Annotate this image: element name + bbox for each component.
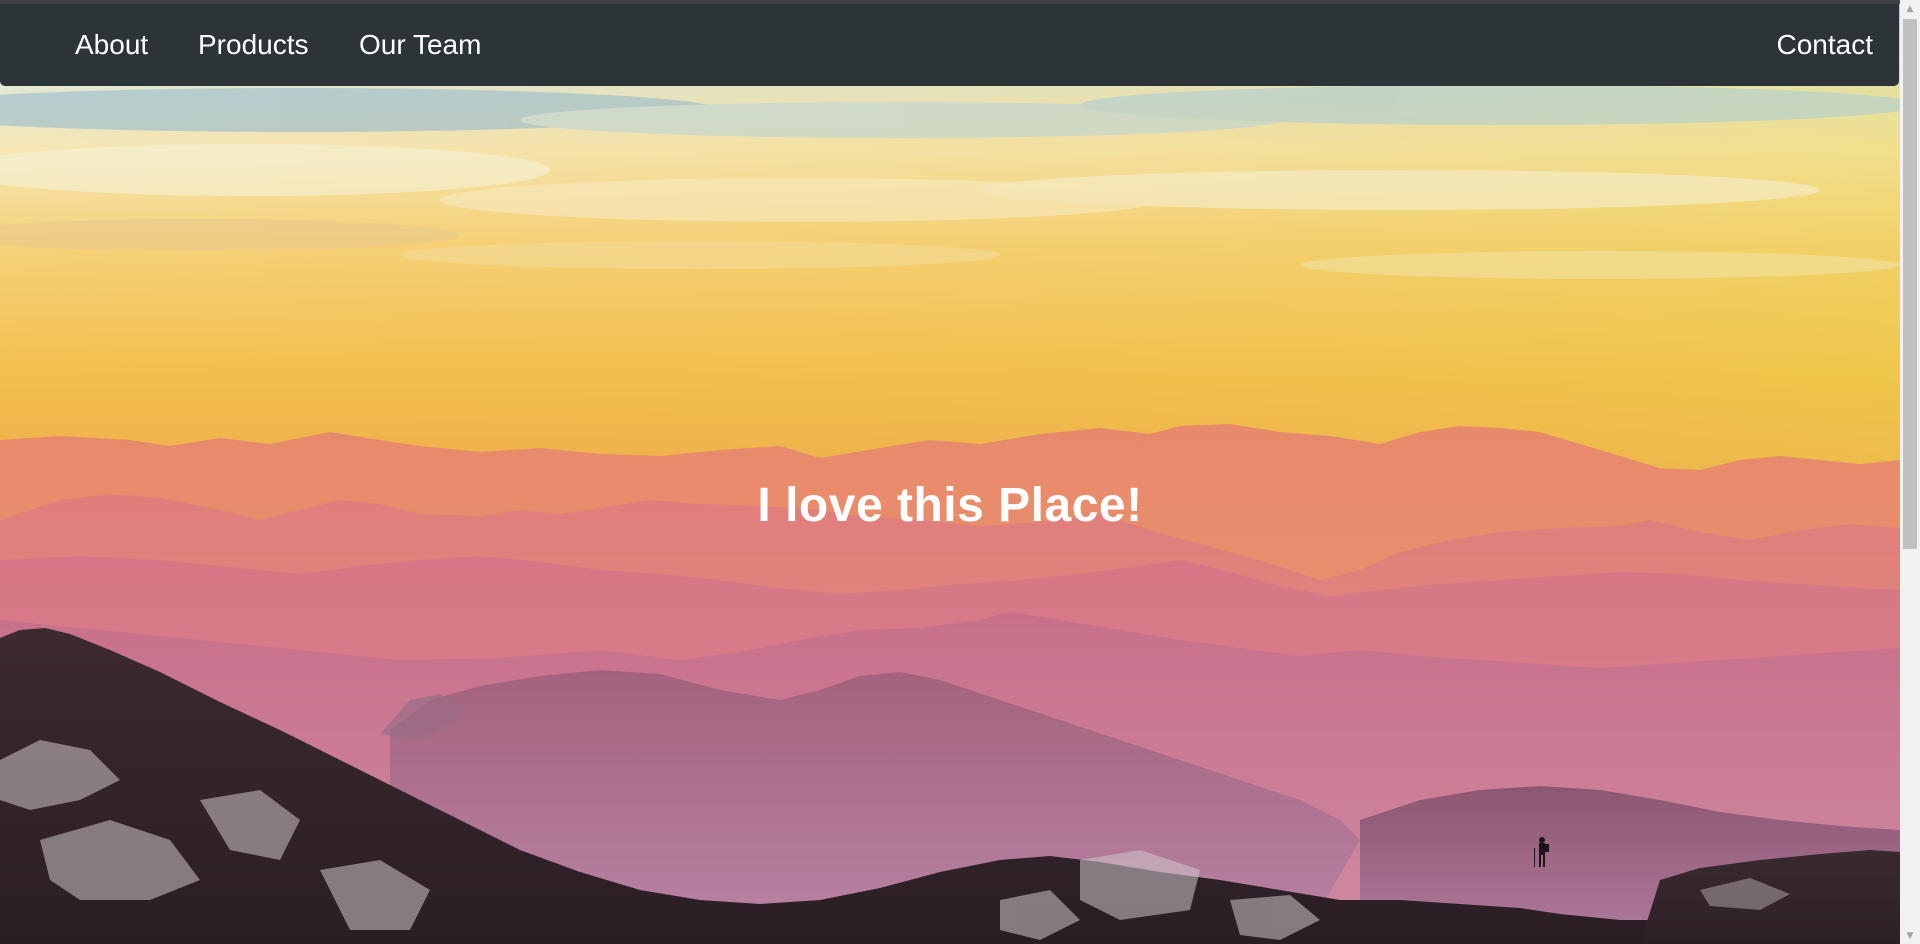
nav-link-contact[interactable]: Contact	[1777, 4, 1874, 86]
browser-top-edge	[0, 0, 1920, 4]
scroll-up-arrow-icon[interactable]: ▲	[1900, 0, 1920, 17]
nav-link-about[interactable]: About	[75, 4, 148, 86]
page-viewport: About Products Our Team Contact I love t…	[0, 0, 1900, 944]
vertical-scrollbar[interactable]: ▲ ▼	[1900, 0, 1920, 944]
hero-image	[0, 0, 1900, 944]
nav-link-our-team[interactable]: Our Team	[359, 4, 481, 86]
scrollbar-thumb[interactable]	[1903, 19, 1917, 549]
hero-headline: I love this Place!	[757, 479, 1143, 533]
scroll-down-arrow-icon[interactable]: ▼	[1900, 927, 1920, 944]
nav-link-products[interactable]: Products	[198, 4, 309, 86]
top-navbar: About Products Our Team Contact	[0, 4, 1899, 86]
